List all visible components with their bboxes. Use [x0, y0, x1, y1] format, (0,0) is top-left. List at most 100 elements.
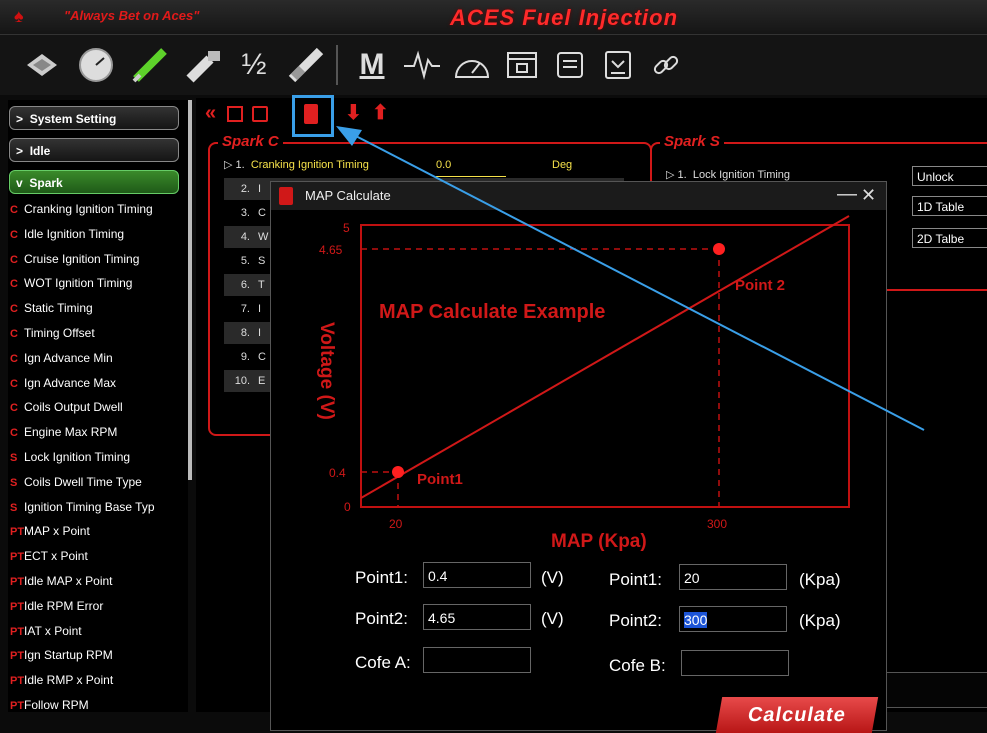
item-type-icon: C: [10, 377, 18, 390]
sidebar-item[interactable]: PTECT x Point: [10, 544, 180, 568]
sidebar-item-label: IAT x Point: [24, 623, 82, 638]
row-number: 6.: [240, 279, 250, 291]
map-point1-label: Point1:: [609, 570, 662, 589]
sidebar-header-spark[interactable]: v Spark: [9, 170, 179, 194]
sensor-icon[interactable]: [20, 43, 64, 87]
y-tick-4-65: 4.65: [319, 243, 343, 257]
row-label: I: [258, 327, 262, 339]
sidebar-item[interactable]: PTMAP x Point: [10, 519, 180, 543]
sidebar-item[interactable]: C Static Timing: [10, 296, 180, 320]
voltage-point2-unit: (V): [541, 609, 564, 628]
sidebar-item-label: Cruise Ignition Timing: [24, 251, 140, 266]
sidebar-item[interactable]: PTIgn Startup RPM: [10, 643, 180, 667]
list-icon[interactable]: [548, 43, 592, 87]
sidebar-header-system-setting[interactable]: > System Setting: [9, 106, 179, 130]
sidebar-item[interactable]: S Coils Dwell Time Type: [10, 470, 180, 494]
waveform-icon[interactable]: [400, 43, 444, 87]
download-icon[interactable]: [596, 43, 640, 87]
x-tick-300: 300: [707, 517, 727, 531]
sidebar-item[interactable]: C Ign Advance Max: [10, 371, 180, 395]
dialog-title-bar: MAP Calculate — ✕: [271, 182, 886, 210]
sidebar-item-label: Ign Startup RPM: [24, 648, 113, 663]
cofe-b-input[interactable]: [681, 650, 789, 676]
row-number: 2.: [240, 183, 250, 195]
collapse-icon[interactable]: «: [205, 102, 216, 125]
sidebar-item[interactable]: C WOT Ignition Timing: [10, 271, 180, 295]
close-button[interactable]: ✕: [861, 185, 876, 206]
sidebar-item[interactable]: C Cruise Ignition Timing: [10, 247, 180, 271]
sidebar-scrollbar[interactable]: [188, 100, 192, 480]
sidebar-item-label: Ign Advance Min: [24, 350, 113, 365]
sidebar-item-label: Timing Offset: [24, 326, 95, 340]
row-number: 3.: [240, 207, 250, 219]
sidebar-header-idle[interactable]: > Idle: [9, 138, 179, 162]
y-tick-5: 5: [343, 221, 350, 235]
y-tick-0: 0: [344, 500, 351, 514]
sidebar-item[interactable]: C Engine Max RPM: [10, 420, 180, 444]
sidebar-item[interactable]: PTIdle RMP x Point: [10, 668, 180, 692]
voltage-point2-input[interactable]: 4.65: [423, 604, 531, 630]
slogan: "Always Bet on Aces": [64, 8, 200, 23]
dialog-title: MAP Calculate: [305, 188, 391, 203]
map-point1-input[interactable]: 20: [679, 564, 787, 590]
sidebar-item[interactable]: PTFollow RPM: [10, 693, 180, 712]
sidebar-item[interactable]: C Coils Output Dwell: [10, 395, 180, 419]
open-file-icon[interactable]: [227, 106, 243, 122]
sidebar-item[interactable]: PTIdle RPM Error: [10, 594, 180, 618]
save-window-icon[interactable]: [500, 43, 544, 87]
item-type-icon: C: [10, 328, 18, 340]
plug-icon[interactable]: [284, 43, 328, 87]
lock-option-unlock[interactable]: Unlock: [912, 166, 987, 186]
type-option-2d-table[interactable]: 2D Talbe: [912, 228, 987, 248]
item-type-icon: PT: [10, 551, 25, 564]
calculate-button[interactable]: Calculate: [715, 697, 879, 733]
spark-c-row-1[interactable]: ▷ 1. Cranking Ignition Timing 0.0 Deg: [224, 154, 644, 177]
sidebar-item[interactable]: S Ignition Timing Base Typ: [10, 495, 180, 519]
sidebar-item-label: Ign Advance Max: [24, 375, 117, 390]
row-label: T: [258, 279, 265, 291]
row-number: 8.: [240, 327, 250, 339]
coil-icon[interactable]: [182, 43, 226, 87]
map-calculate-dialog: MAP Calculate — ✕ 5 4.65 0.4 0 20 300 MA…: [270, 181, 887, 733]
sidebar-item[interactable]: S Lock Ignition Timing: [10, 445, 180, 469]
spade-logo-icon: ♠: [14, 6, 24, 26]
save-file-icon[interactable]: [252, 106, 268, 122]
sidebar-item[interactable]: PTIAT x Point: [10, 619, 180, 643]
sidebar-item[interactable]: C Ign Advance Min: [10, 346, 180, 370]
item-type-icon: S: [10, 501, 18, 514]
arrow-up-icon[interactable]: ⬆: [372, 100, 389, 125]
sidebar-item[interactable]: C Idle Ignition Timing: [10, 222, 180, 246]
sidebar-item[interactable]: C Timing Offset: [10, 321, 180, 345]
m-icon[interactable]: M: [350, 43, 394, 87]
cofe-a-input[interactable]: [423, 647, 531, 673]
item-type-icon: S: [10, 452, 18, 464]
row-label: S: [258, 255, 266, 267]
sidebar-item-label: ECT x Point: [24, 549, 88, 564]
injector-icon[interactable]: [128, 43, 172, 87]
sidebar-item[interactable]: PTIdle MAP x Point: [10, 569, 180, 593]
speedometer-icon[interactable]: [450, 43, 494, 87]
arrow-down-icon[interactable]: ⬇: [345, 100, 362, 125]
row-number: 5.: [240, 255, 250, 267]
toolbar-divider: [336, 45, 338, 85]
row-number: 7.: [240, 303, 250, 315]
type-option-1d-table[interactable]: 1D Table: [912, 196, 987, 216]
calculator-highlight-box: [292, 95, 334, 137]
status-strip: [884, 672, 987, 708]
spark-c-title: Spark C: [218, 133, 283, 150]
calibration-line: [360, 215, 850, 499]
y-tick-0-4: 0.4: [329, 466, 346, 480]
map-point2-input[interactable]: 300: [679, 606, 787, 632]
gauge-icon[interactable]: [74, 43, 118, 87]
voltage-point1-input[interactable]: 0.4: [423, 562, 531, 588]
sidebar-item[interactable]: C Cranking Ignition Timing: [10, 197, 180, 221]
cofe-b-label: Cofe B:: [609, 656, 666, 675]
sidebar-item-label: Idle MAP x Point: [24, 574, 113, 588]
link-icon[interactable]: [644, 43, 688, 87]
sidebar-item-label: Idle RPM Error: [24, 598, 104, 613]
item-type-icon: PT: [10, 675, 25, 688]
x-tick-20: 20: [389, 517, 403, 531]
fraction-icon[interactable]: ½: [232, 43, 276, 87]
row-label: I: [258, 303, 262, 315]
minimize-button[interactable]: —: [837, 183, 857, 206]
